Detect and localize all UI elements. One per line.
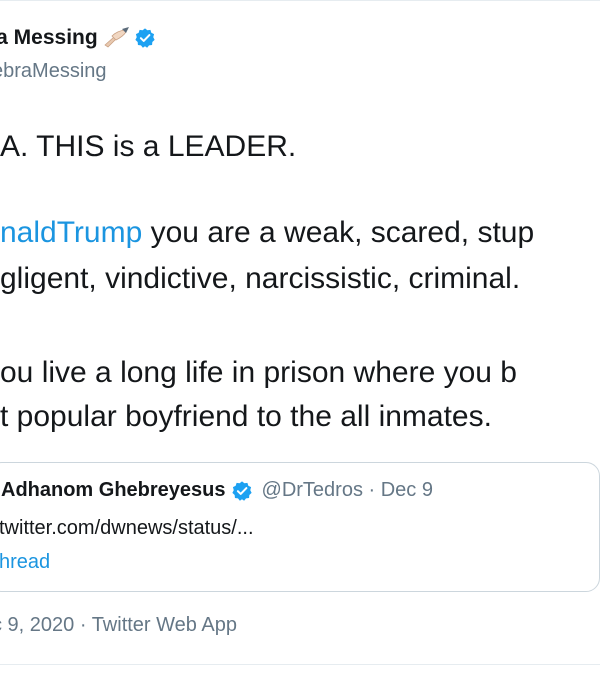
tweet-timestamp[interactable]: c 9, 2020 · Twitter Web App: [0, 614, 237, 637]
verified-badge-icon: [135, 28, 155, 48]
quoted-author-meta: @DrTedros · Dec 9: [261, 479, 433, 501]
tweet-line-3: gligent, vindictive, narcissistic, crimi…: [0, 262, 521, 295]
writing-hand-emoji-icon: [104, 27, 129, 48]
author-name-row[interactable]: ra Messing: [0, 26, 156, 50]
tweet-line-1: A. THIS is a LEADER.: [0, 130, 297, 163]
bottom-divider: [0, 664, 600, 665]
mention-link[interactable]: naldTrump: [0, 216, 142, 249]
quoted-author-name: Adhanom Ghebreyesus: [1, 479, 226, 501]
top-divider: [0, 0, 600, 1]
author-handle[interactable]: ebraMessing: [0, 60, 107, 83]
author-display-name[interactable]: ra Messing: [0, 26, 98, 50]
tweet-line-6: t popular boyfriend to the all inmates.: [0, 400, 492, 433]
quoted-tweet-header: Adhanom Ghebreyesus @DrTedros · Dec 9: [1, 479, 433, 502]
quoted-tweet-card[interactable]: Adhanom Ghebreyesus @DrTedros · Dec 9 tw…: [0, 462, 600, 592]
tweet-line-mention-rest: you are a weak, scared, stup: [142, 216, 535, 249]
quoted-link[interactable]: twitter.com/dwnews/status/...: [0, 517, 254, 540]
tweet-line-5: ou live a long life in prison where you …: [0, 356, 517, 389]
show-thread-link[interactable]: hread: [0, 551, 50, 574]
tweet-line-mention: naldTrump you are a weak, scared, stup: [0, 212, 534, 253]
verified-badge-icon: [231, 480, 252, 501]
